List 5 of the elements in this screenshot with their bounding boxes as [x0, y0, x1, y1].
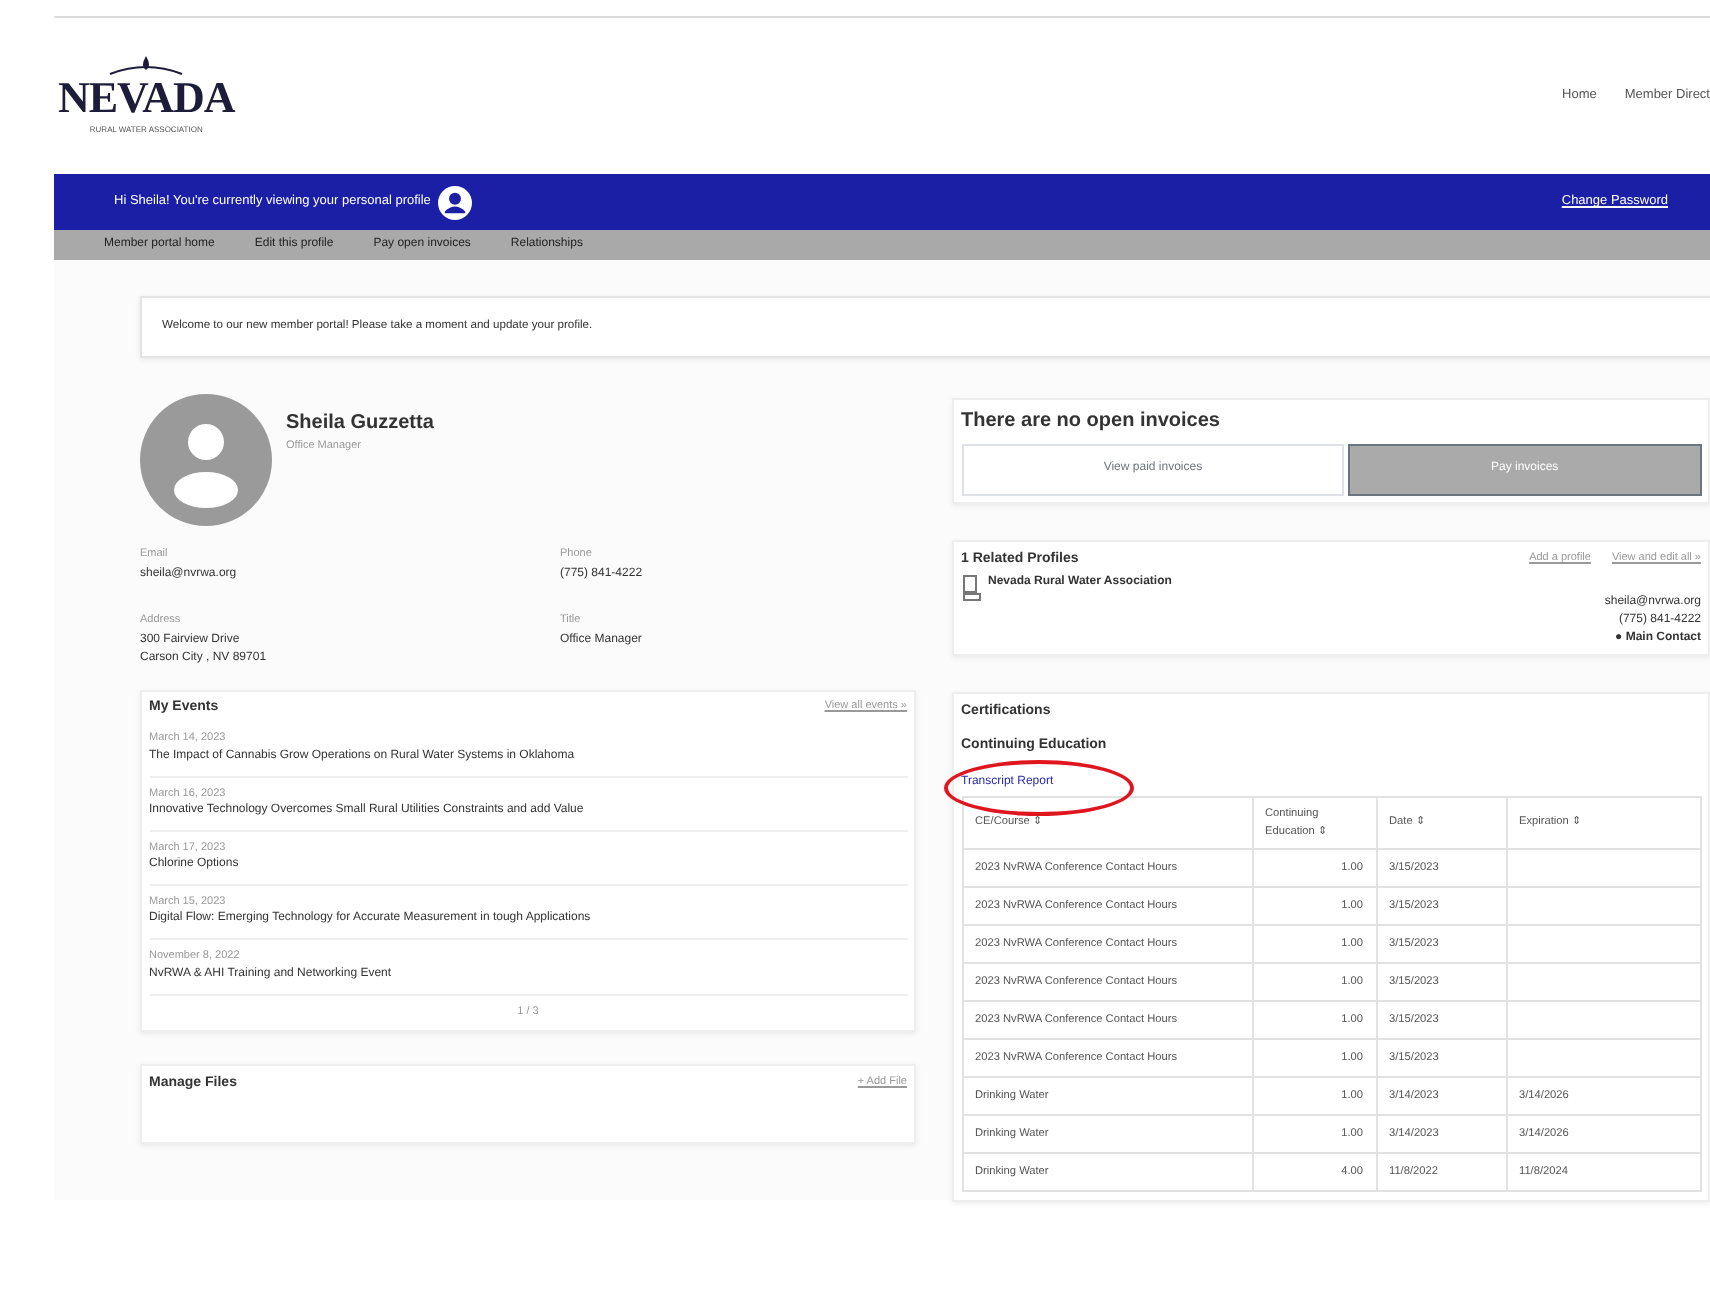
profile-name: Sheila Guzzetta	[286, 409, 434, 438]
building-icon	[961, 573, 981, 602]
user-icon[interactable]	[437, 185, 472, 219]
avatar-icon	[140, 393, 272, 526]
invoices-heading: There are no open invoices	[961, 408, 1222, 437]
